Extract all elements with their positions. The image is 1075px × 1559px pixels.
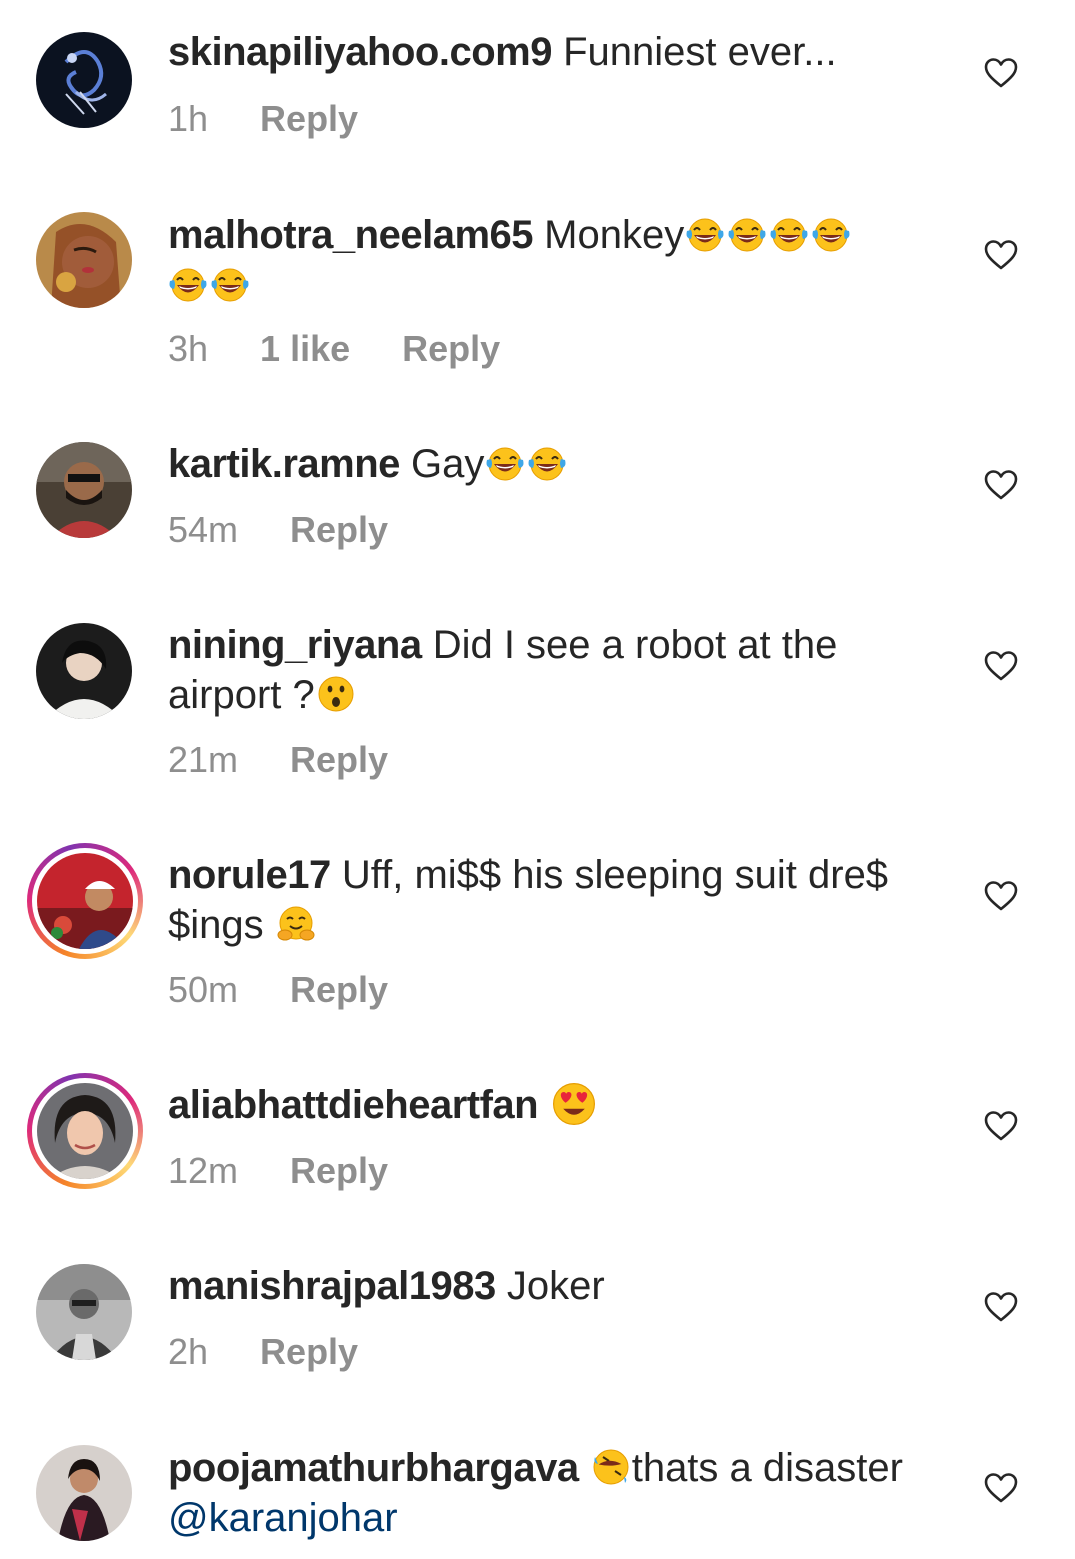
comment-meta: 2h Reply — [168, 1331, 410, 1373]
heart-outline-icon[interactable] — [984, 469, 1018, 501]
comment-body: manishrajpal1983 Joker — [168, 1261, 938, 1311]
heart-outline-icon[interactable] — [984, 1110, 1018, 1142]
rolling-laughing-emoji — [591, 1447, 631, 1487]
tears-of-joy-emoji — [485, 443, 525, 483]
comment-username[interactable]: poojamathurbhargava — [168, 1446, 579, 1490]
avatar[interactable] — [36, 1264, 132, 1360]
comment-username[interactable]: kartik.ramne — [168, 442, 400, 486]
comment-username[interactable]: aliabhattdieheartfan — [168, 1083, 539, 1127]
tears-of-joy-emoji — [769, 214, 809, 254]
reply-button[interactable]: Reply — [290, 1150, 388, 1192]
comment-meta: 21m Reply — [168, 739, 440, 781]
heart-outline-icon[interactable] — [984, 1291, 1018, 1323]
comment-time: 21m — [168, 739, 239, 780]
comment-meta: 1h Reply — [168, 98, 410, 140]
comment-meta: 12m Reply — [168, 1150, 440, 1192]
tears-of-joy-emoji — [685, 214, 725, 254]
heart-outline-icon[interactable] — [984, 650, 1018, 682]
comment-text: Funniest ever... — [563, 30, 837, 74]
comment-meta: 50m Reply — [168, 969, 440, 1011]
heart-eyes-emoji — [550, 1080, 598, 1128]
comment-text: $ings — [168, 903, 264, 947]
heart-outline-icon[interactable] — [984, 1472, 1018, 1504]
comment-body: norule17 Uff, mi$$ his sleeping suit dre… — [168, 850, 938, 950]
comment-body: poojamathurbhargava thats a disaster @ka… — [168, 1443, 938, 1543]
comment-text: Gay — [411, 442, 485, 486]
comment-username[interactable]: manishrajpal1983 — [168, 1264, 496, 1308]
avatar[interactable] — [36, 623, 132, 719]
heart-outline-icon[interactable] — [984, 239, 1018, 271]
comment-time: 1h — [168, 98, 209, 139]
tears-of-joy-emoji — [527, 443, 567, 483]
tears-of-joy-emoji — [210, 264, 250, 304]
comment-body: malhotra_neelam65 Monkey — [168, 210, 938, 310]
avatar[interactable] — [27, 843, 143, 959]
comment-text: Did I see a robot at the — [432, 623, 838, 667]
heart-outline-icon[interactable] — [984, 57, 1018, 89]
tears-of-joy-emoji — [168, 264, 208, 304]
comment-body: kartik.ramne Gay — [168, 439, 938, 489]
comment-username[interactable]: skinapiliyahoo.com9 — [168, 30, 552, 74]
mention-link[interactable]: @karanjohar — [168, 1496, 398, 1540]
reply-button[interactable]: Reply — [290, 739, 388, 781]
comment-meta: 54m Reply — [168, 509, 440, 551]
comment-text: Uff, mi$$ his sleeping suit dre$ — [341, 853, 889, 897]
comment-body: nining_riyana Did I see a robot at the a… — [168, 620, 938, 720]
comment-time: 50m — [168, 969, 239, 1010]
reply-button[interactable]: Reply — [260, 98, 358, 140]
comment-username[interactable]: norule17 — [168, 853, 331, 897]
avatar[interactable] — [36, 212, 132, 308]
avatar[interactable] — [36, 1445, 132, 1541]
comment-username[interactable]: malhotra_neelam65 — [168, 213, 534, 257]
avatar[interactable] — [36, 32, 132, 128]
comment-time: 3h — [168, 328, 209, 369]
reply-button[interactable]: Reply — [290, 509, 388, 551]
reply-button[interactable]: Reply — [290, 969, 388, 1011]
comment-text: thats a disaster — [631, 1446, 903, 1490]
tears-of-joy-emoji — [811, 214, 851, 254]
comment-username[interactable]: nining_riyana — [168, 623, 422, 667]
comment-text: Monkey — [544, 213, 685, 257]
heart-outline-icon[interactable] — [984, 880, 1018, 912]
comment-time: 54m — [168, 509, 239, 550]
avatar[interactable] — [27, 1073, 143, 1189]
reply-button[interactable]: Reply — [402, 328, 500, 370]
reply-button[interactable]: Reply — [260, 1331, 358, 1373]
comment-text: airport ? — [168, 673, 315, 717]
astonished-face-emoji — [316, 674, 356, 714]
avatar[interactable] — [36, 442, 132, 538]
comment-meta: 3h 1 like Reply — [168, 328, 552, 370]
comment-time: 2h — [168, 1331, 209, 1372]
comment-body: aliabhattdieheartfan — [168, 1080, 938, 1130]
likes-count[interactable]: 1 like — [260, 328, 350, 370]
comment-body: skinapiliyahoo.com9 Funniest ever... — [168, 27, 938, 77]
tears-of-joy-emoji — [727, 214, 767, 254]
hugging-face-emoji — [276, 904, 316, 944]
comment-time: 12m — [168, 1150, 239, 1191]
comment-text: Joker — [506, 1264, 605, 1308]
